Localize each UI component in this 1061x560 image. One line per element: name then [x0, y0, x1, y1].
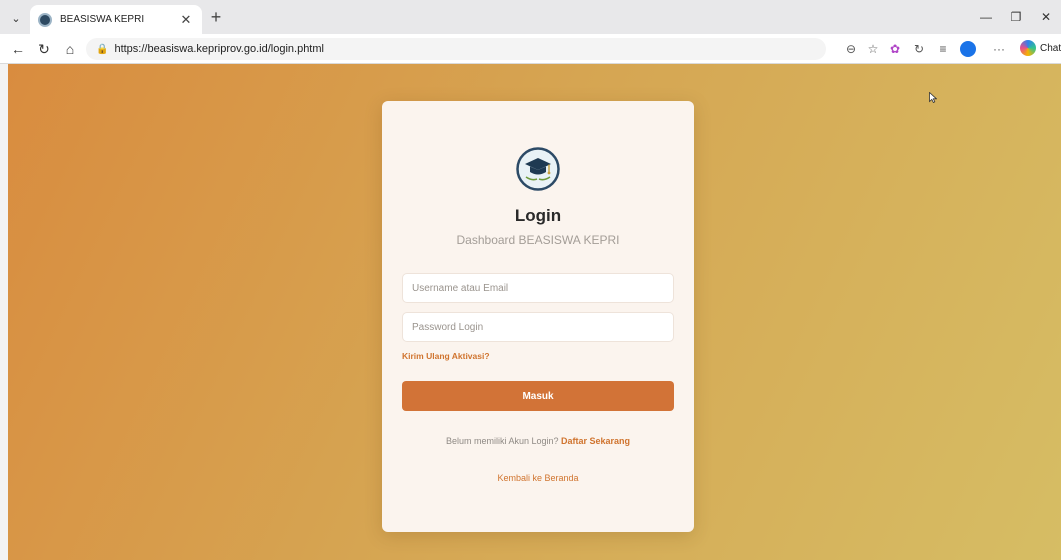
resend-activation-link[interactable]: Kirim Ulang Aktivasi?	[402, 351, 490, 361]
extension-icon[interactable]: ✿	[886, 40, 904, 58]
login-submit-button[interactable]: Masuk	[402, 381, 674, 411]
back-button[interactable]: ←	[8, 39, 28, 59]
login-title: Login	[514, 206, 562, 225]
restore-button[interactable]: ❐	[1001, 0, 1031, 34]
collections-icon[interactable]: ≡	[934, 40, 952, 58]
login-card: Login Dashboard BEASISWA KEPRI Kirim Ula…	[382, 101, 694, 532]
new-tab-button[interactable]: +	[205, 6, 227, 28]
close-window-button[interactable]: ✕	[1031, 0, 1061, 34]
tab-list-chevron-icon[interactable]: ⌄	[6, 8, 26, 28]
favorite-star-icon[interactable]: ☆	[864, 40, 882, 58]
copilot-label: Chat	[1040, 42, 1061, 54]
register-prompt-line: Belum memiliki Akun Login? Daftar Sekara…	[382, 436, 694, 446]
mouse-cursor-icon	[929, 92, 937, 103]
reload-button[interactable]: ↻	[34, 39, 54, 59]
login-subtitle: Dashboard BEASISWA KEPRI	[456, 233, 620, 247]
copilot-icon	[1020, 40, 1036, 56]
register-prompt-text: Belum memiliki Akun Login?	[445, 436, 559, 446]
graduation-cap-logo-icon	[516, 147, 560, 191]
url-text[interactable]: https://beasiswa.kepriprov.go.id/login.p…	[114, 43, 324, 55]
zoom-icon[interactable]: ⊖	[842, 40, 860, 58]
tab-strip: ⌄ BEASISWA KEPRI ✕ + — ❐ ✕	[0, 0, 1061, 34]
window-controls: — ❐ ✕	[971, 0, 1061, 34]
profile-avatar-icon[interactable]	[960, 41, 976, 57]
browser-toolbar: ← ↻ ⌂ 🔒 https://beasiswa.kepriprov.go.id…	[0, 34, 1061, 64]
copilot-chat-button[interactable]: Chat	[1020, 40, 1061, 56]
password-input[interactable]	[402, 312, 674, 342]
tab-title: BEASISWA KEPRI	[60, 14, 145, 25]
back-to-home-link[interactable]: Kembali ke Beranda	[382, 473, 694, 483]
address-bar[interactable]: 🔒 https://beasiswa.kepriprov.go.id/login…	[86, 38, 826, 60]
site-favicon-icon	[38, 12, 52, 27]
home-button[interactable]: ⌂	[60, 39, 80, 59]
tab-close-icon[interactable]: ✕	[178, 12, 194, 28]
browser-tab[interactable]: BEASISWA KEPRI ✕	[30, 5, 202, 34]
refresh-extension-icon[interactable]: ↻	[910, 40, 928, 58]
register-link[interactable]: Daftar Sekarang	[561, 436, 630, 446]
lock-icon: 🔒	[96, 43, 109, 55]
minimize-button[interactable]: —	[971, 0, 1001, 34]
page-background: Login Dashboard BEASISWA KEPRI Kirim Ula…	[8, 64, 1061, 560]
more-menu-icon[interactable]: ···	[990, 40, 1008, 58]
username-input[interactable]	[402, 273, 674, 303]
